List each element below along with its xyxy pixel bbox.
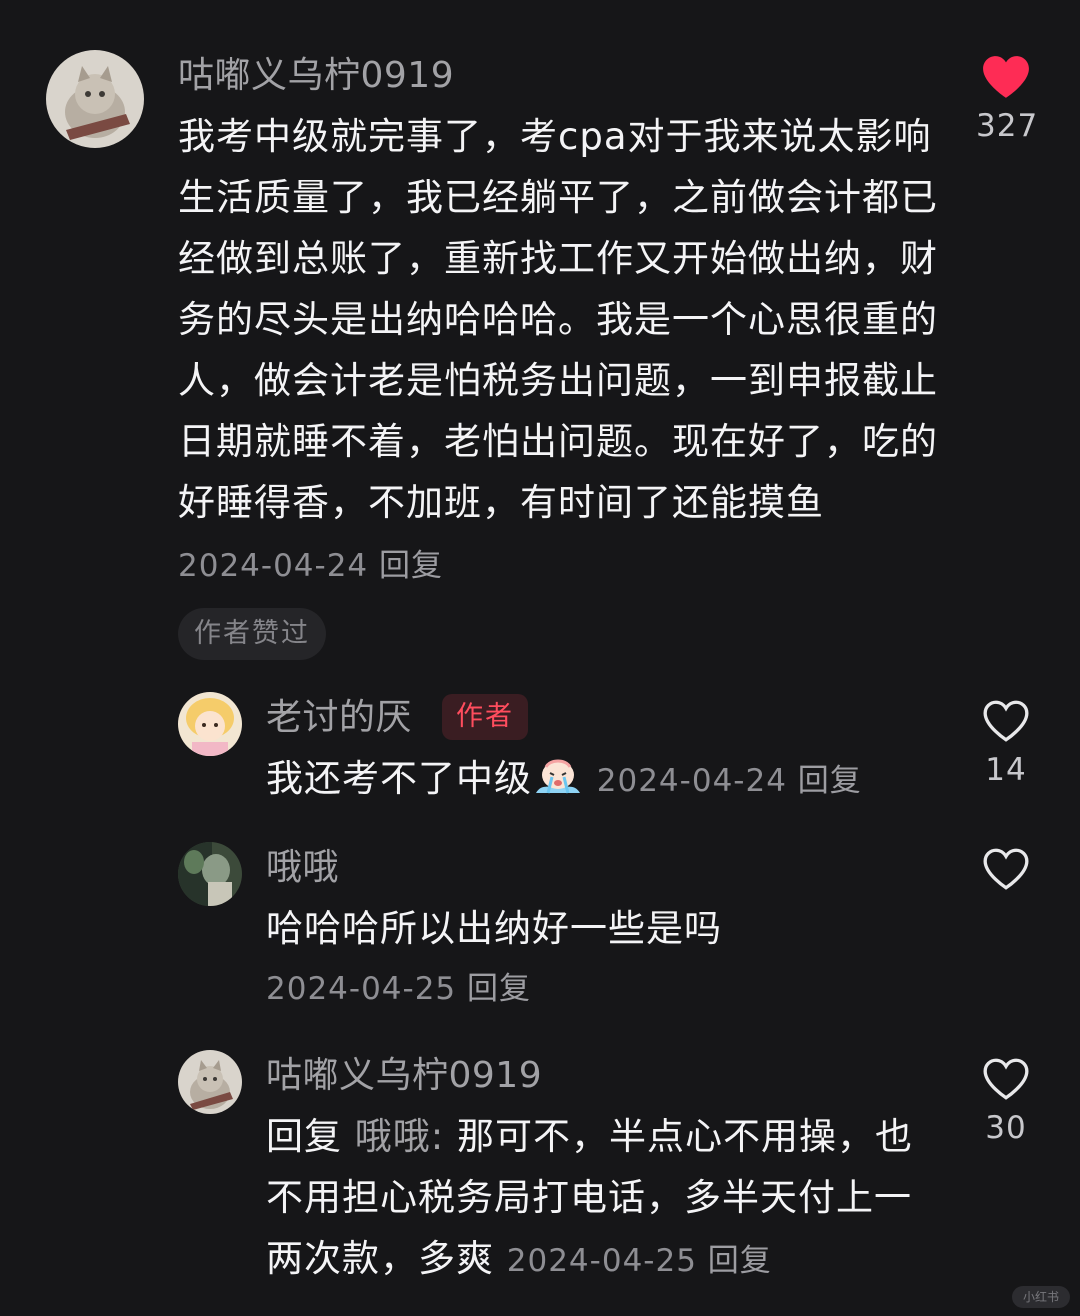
heart-filled-icon: [983, 56, 1029, 98]
comment-meta: 2024-04-25 回复: [266, 959, 926, 1020]
reply-button[interactable]: 回复: [798, 763, 862, 799]
author-badge: 作者: [442, 694, 528, 740]
like-count: 14: [985, 752, 1027, 788]
like-count: 30: [985, 1110, 1027, 1146]
comment-username[interactable]: 咕嘟义乌柠0919: [266, 1054, 542, 1098]
comment-content: 我还考不了中级 2024-04-24 回复: [266, 748, 926, 815]
avatar[interactable]: [46, 50, 144, 148]
heart-outline-icon: [983, 700, 1029, 742]
cartoon-girl-avatar-image: [178, 692, 242, 756]
heart-outline-icon: [983, 1058, 1029, 1100]
comment-3: 哦哦 哈哈哈所以出纳好一些是吗 2024-04-25 回复: [0, 830, 1080, 1030]
photo-avatar-image: [178, 842, 242, 906]
watermark-logo: 小红书: [1012, 1286, 1070, 1308]
like-button[interactable]: 14: [976, 698, 1036, 788]
avatar[interactable]: [178, 692, 242, 756]
comment-username[interactable]: 咕嘟义乌柠0919: [178, 54, 454, 98]
comment-text: 我还考不了中级: [266, 757, 532, 800]
comment-2: 老讨的厌 作者 我还考不了中级 2024-04-24 回复 14: [0, 680, 1080, 820]
reply-button[interactable]: 回复: [379, 548, 443, 584]
comment-username[interactable]: 哦哦: [266, 846, 339, 890]
avatar[interactable]: [178, 1050, 242, 1114]
heart-outline-icon: [983, 848, 1029, 890]
avatar[interactable]: [178, 842, 242, 906]
comment-date: 2024-04-24: [596, 763, 787, 799]
comment-meta: 2024-04-24 回复: [597, 763, 862, 799]
comment-content: 回复 哦哦: 那可不，半点心不用操，也不用担心税务局打电话，多半天付上一两次款，…: [266, 1106, 926, 1292]
comment-4: 咕嘟义乌柠0919 回复 哦哦: 那可不，半点心不用操，也不用担心税务局打电话，…: [0, 1040, 1080, 1300]
comment-content: 哈哈哈所以出纳好一些是吗 2024-04-25 回复: [266, 898, 926, 1020]
reply-target-username[interactable]: 哦哦:: [355, 1115, 444, 1158]
comment-text: 我考中级就完事了，考cpa对于我来说太影响生活质量了，我已经躺平了，之前做会计都…: [178, 115, 938, 524]
comment-username[interactable]: 老讨的厌: [266, 696, 412, 740]
like-button[interactable]: [976, 846, 1036, 892]
comment-meta: 2024-04-24 回复: [178, 548, 443, 584]
comment-date: 2024-04-25: [506, 1243, 697, 1279]
comment-meta: 2024-04-25 回复: [507, 1243, 772, 1279]
cat-avatar-image: [46, 50, 144, 148]
reply-button[interactable]: 回复: [467, 971, 531, 1007]
reply-prefix: 回复: [266, 1115, 342, 1158]
like-count: 327: [976, 108, 1039, 144]
crying-face-emoji: [532, 753, 584, 815]
cat-avatar-image: [178, 1050, 242, 1114]
comment-content: 我考中级就完事了，考cpa对于我来说太影响生活质量了，我已经躺平了，之前做会计都…: [178, 106, 938, 597]
like-button[interactable]: 327: [976, 54, 1039, 144]
comment-date: 2024-04-25: [266, 971, 457, 1007]
comment-text: 哈哈哈所以出纳好一些是吗: [266, 907, 722, 950]
author-liked-badge: 作者赞过: [178, 608, 326, 660]
comment-date: 2024-04-24: [178, 548, 369, 584]
like-button[interactable]: 30: [976, 1056, 1036, 1146]
comment-1: 咕嘟义乌柠0919 我考中级就完事了，考cpa对于我来说太影响生活质量了，我已经…: [0, 0, 1080, 680]
reply-button[interactable]: 回复: [708, 1243, 772, 1279]
